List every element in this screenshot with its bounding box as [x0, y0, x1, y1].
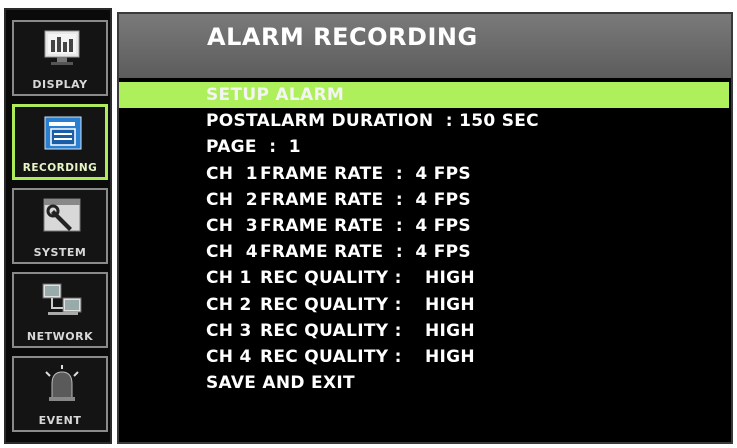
sidebar-item-display[interactable]: DISPLAY [12, 20, 108, 96]
menu-item-setup-alarm[interactable]: SETUP ALARM [119, 82, 729, 109]
save-and-exit-button[interactable]: SAVE AND EXIT [119, 370, 731, 396]
channel-label: CH 1 [206, 163, 258, 184]
menu-item-rec-quality[interactable]: CH 4 REC QUALITY : HIGH [119, 344, 731, 370]
rec-quality-label: REC QUALITY : [260, 268, 402, 289]
menu-item-postalarm-duration[interactable]: POSTALARM DURATION : 150 SEC [119, 108, 731, 134]
sidebar-item-recording[interactable]: RECORDING [12, 104, 108, 180]
channel-label: CH 2 [206, 294, 252, 315]
menu-item-rec-quality[interactable]: CH 1 REC QUALITY : HIGH [119, 265, 731, 291]
channel-label: CH 3 [206, 215, 258, 236]
sidebar-item-label: RECORDING [22, 162, 98, 174]
rec-quality-value: HIGH [425, 320, 475, 341]
channel-label: CH 4 [206, 242, 258, 263]
alarm-siren-icon [45, 365, 79, 401]
rec-quality-label: REC QUALITY : [260, 346, 402, 367]
menu-item-frame-rate[interactable]: CH 1 FRAME RATE : 4 FPS [119, 161, 731, 187]
rec-quality-value: HIGH [425, 294, 475, 315]
monitor-icon [44, 30, 80, 65]
menu-item-frame-rate[interactable]: CH 3 FRAME RATE : 4 FPS [119, 213, 731, 239]
network-computers-icon [42, 283, 82, 315]
sidebar-item-network[interactable]: NETWORK [12, 272, 108, 348]
menu-item-rec-quality[interactable]: CH 3 REC QUALITY : HIGH [119, 318, 731, 344]
frame-rate-setting: FRAME RATE : 4 FPS [260, 215, 471, 236]
page-title: ALARM RECORDING [207, 23, 478, 51]
channel-label: CH 1 [206, 268, 252, 289]
sidebar-item-label: NETWORK [26, 330, 94, 343]
menu-item-frame-rate[interactable]: CH 4 FRAME RATE : 4 FPS [119, 239, 731, 265]
channel-label: CH 2 [206, 189, 258, 210]
frame-rate-setting: FRAME RATE : 4 FPS [260, 163, 471, 184]
sidebar-item-label: DISPLAY [32, 78, 88, 91]
frame-rate-setting: FRAME RATE : 4 FPS [260, 242, 471, 263]
sidebar-item-event[interactable]: EVENT [12, 356, 108, 432]
menu-item-frame-rate[interactable]: CH 2 FRAME RATE : 4 FPS [119, 187, 731, 213]
rec-quality-label: REC QUALITY : [260, 320, 402, 341]
wrench-icon [43, 198, 81, 232]
menu-list: SETUP ALARM POSTALARM DURATION : 150 SEC… [119, 82, 731, 396]
sidebar-item-label: SYSTEM [33, 246, 87, 259]
camcorder-icon [44, 116, 82, 150]
channel-label: CH 4 [206, 346, 252, 367]
frame-rate-setting: FRAME RATE : 4 FPS [260, 189, 471, 210]
sidebar: DISPLAY RECORDING SYSTEM NETWORK EVENT [4, 8, 112, 444]
panel-header: ALARM RECORDING [119, 14, 731, 78]
menu-item-rec-quality[interactable]: CH 2 REC QUALITY : HIGH [119, 292, 731, 318]
alarm-recording-panel: ALARM RECORDING SETUP ALARM POSTALARM DU… [117, 12, 733, 444]
sidebar-item-label: EVENT [38, 414, 82, 427]
menu-item-page[interactable]: PAGE : 1 [119, 134, 731, 160]
rec-quality-value: HIGH [425, 346, 475, 367]
rec-quality-value: HIGH [425, 268, 475, 289]
sidebar-item-system[interactable]: SYSTEM [12, 188, 108, 264]
channel-label: CH 3 [206, 320, 252, 341]
rec-quality-label: REC QUALITY : [260, 294, 402, 315]
